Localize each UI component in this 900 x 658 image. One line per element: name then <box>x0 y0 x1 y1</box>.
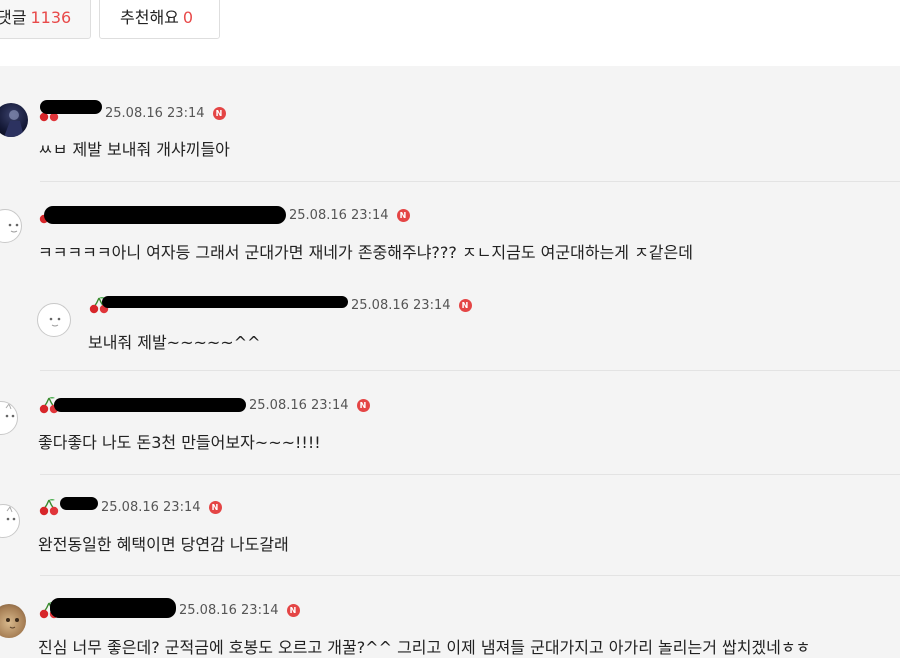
tab-comments[interactable]: 댓글 1136 <box>0 0 91 39</box>
nickname-redacted <box>60 496 98 510</box>
comment-text: ㅆㅂ 제발 보내줘 개샤끼들아 <box>38 140 230 159</box>
divider <box>40 370 900 371</box>
comment-meta: 25.08.16 23:14 N <box>38 496 222 516</box>
tab-recommend-label: 추천해요 <box>120 8 179 27</box>
avatar[interactable] <box>37 303 71 337</box>
comment-date: 25.08.16 23:14 <box>105 105 205 121</box>
divider <box>40 181 900 182</box>
avatar[interactable] <box>0 103 28 137</box>
comment-text: 좋다좋다 나도 돈3천 만들어보자~~~!!!! <box>38 433 321 452</box>
avatar[interactable] <box>0 504 20 538</box>
nickname-redacted <box>50 598 176 618</box>
avatar[interactable] <box>0 604 26 638</box>
new-badge-icon: N <box>208 500 222 514</box>
tab-recommend[interactable]: 추천해요 0 <box>99 0 220 39</box>
comment-tabs: 댓글 1136 추천해요 0 <box>0 0 900 66</box>
cherry-icon <box>39 499 59 516</box>
nickname-redacted <box>44 206 286 224</box>
comment-date: 25.08.16 23:14 <box>249 397 349 413</box>
nickname-redacted <box>54 398 246 412</box>
comment-text: 보내줘 제발~~~~~^^ <box>88 333 261 352</box>
comment-count: 1136 <box>30 8 72 27</box>
recommend-count: 0 <box>182 8 194 27</box>
new-badge-icon: N <box>212 106 226 120</box>
new-badge-icon: N <box>356 398 370 412</box>
divider <box>40 575 900 576</box>
new-badge-icon: N <box>396 208 410 222</box>
comment-text: 진심 너무 좋은데? 군적금에 호봉도 오르고 개꿀?^^ 그리고 이제 냄져들… <box>38 638 811 657</box>
avatar[interactable] <box>0 401 18 435</box>
new-badge-icon: N <box>286 603 300 617</box>
comment-text: ㅋㅋㅋㅋㅋ아니 여자등 그래서 군대가면 재네가 존중해주냐??? ㅈㄴ지금도 … <box>38 243 693 262</box>
comment-list: 25.08.16 23:14 N ㅆㅂ 제발 보내줘 개샤끼들아 25.08.1… <box>0 66 900 658</box>
avatar[interactable] <box>0 209 22 243</box>
comment-date: 25.08.16 23:14 <box>179 602 279 618</box>
new-badge-icon: N <box>458 298 472 312</box>
comment-text: 완전동일한 혜택이면 당연감 나도갈래 <box>38 535 289 554</box>
comment-meta: 25.08.16 23:14 N <box>38 396 370 414</box>
tab-comments-label: 댓글 <box>0 8 27 27</box>
divider <box>40 474 900 475</box>
comment-meta: 25.08.16 23:14 N <box>38 598 300 619</box>
comment-meta: 25.08.16 23:14 N <box>38 100 226 122</box>
comment-date: 25.08.16 23:14 <box>289 207 389 223</box>
comment-date: 25.08.16 23:14 <box>351 297 451 313</box>
nickname-redacted <box>40 100 102 114</box>
nickname-redacted <box>102 296 348 308</box>
comment-meta: 25.08.16 23:14 N <box>38 206 410 224</box>
comment-meta: 25.08.16 23:14 N <box>88 296 472 314</box>
comment-date: 25.08.16 23:14 <box>101 499 201 515</box>
